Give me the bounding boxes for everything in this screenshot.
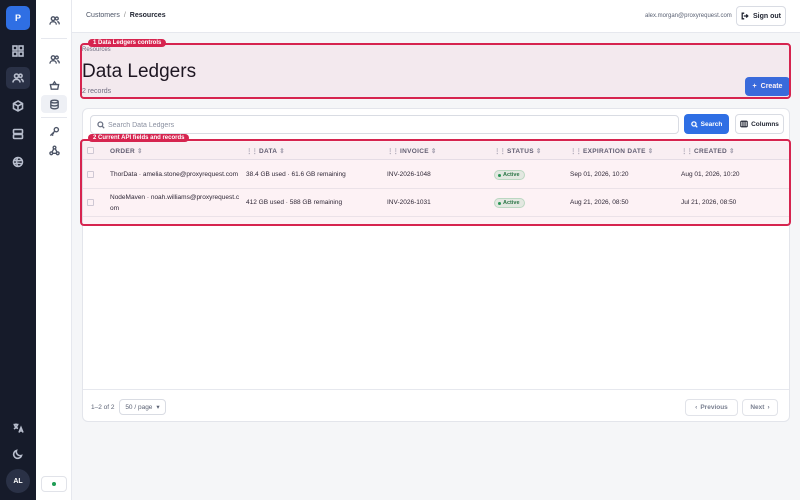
connection-status <box>41 476 67 492</box>
avatar[interactable]: AL <box>6 469 30 493</box>
next-label: Next <box>750 404 765 411</box>
search-button-label: Search <box>700 120 723 128</box>
next-page-button[interactable]: Next › <box>742 399 778 416</box>
secondary-sidebar <box>36 0 72 500</box>
breadcrumb-current: Resources <box>129 12 166 19</box>
sign-out-icon <box>741 12 749 20</box>
columns-icon <box>740 120 748 128</box>
status-dot <box>52 482 56 486</box>
sidebar-item-network[interactable] <box>41 141 67 159</box>
columns-button[interactable]: Columns <box>735 114 784 134</box>
database-icon <box>49 99 59 109</box>
chevron-right-icon: › <box>767 404 770 411</box>
search-button[interactable]: Search <box>684 114 729 134</box>
users-icon[interactable] <box>6 67 30 89</box>
annotation-box-controls <box>80 43 791 99</box>
dashboard-icon[interactable] <box>6 40 30 62</box>
breadcrumb: Customers / Resources <box>86 12 166 19</box>
network-icon <box>48 145 60 155</box>
search-icon <box>97 121 105 129</box>
moon-icon[interactable] <box>6 443 30 465</box>
sign-out-label: Sign out <box>753 12 781 20</box>
breadcrumb-parent[interactable]: Customers <box>86 12 120 19</box>
sidebar-item-orders[interactable] <box>41 76 67 94</box>
sidebar-item-data-ledgers[interactable] <box>41 95 67 113</box>
page-size-value: 50 / page <box>125 403 153 411</box>
sign-out-button[interactable]: Sign out <box>736 6 786 26</box>
chevron-down-icon: ▾ <box>156 404 160 411</box>
user-email: alex.morgan@proxyrequest.com <box>645 13 732 19</box>
annotation-box-records <box>80 139 791 226</box>
page-size-select[interactable]: 50 / page ▾ <box>119 399 166 415</box>
users-icon <box>48 54 60 64</box>
breadcrumb-separator: / <box>123 12 126 19</box>
cube-icon[interactable] <box>6 95 30 117</box>
divider <box>41 38 67 39</box>
pagination: 1–2 of 2 50 / page ▾ ‹ Previous Next › <box>83 389 789 422</box>
annotation-label-controls: 1 Data Ledgers controls <box>88 39 167 47</box>
divider <box>41 117 67 118</box>
sidebar-item-users[interactable] <box>41 11 67 29</box>
search-input[interactable] <box>108 118 668 132</box>
sidebar-item-customers[interactable] <box>41 50 67 68</box>
app-logo[interactable]: P <box>6 6 30 30</box>
previous-label: Previous <box>700 404 728 411</box>
globe-icon[interactable] <box>6 151 30 173</box>
app-rail: P AL <box>0 0 36 500</box>
translate-icon[interactable] <box>6 417 30 439</box>
columns-button-label: Columns <box>751 120 779 128</box>
annotation-label-records: 2 Current API fields and records <box>88 134 190 142</box>
previous-page-button[interactable]: ‹ Previous <box>685 399 738 416</box>
sidebar-item-keys[interactable] <box>41 122 67 140</box>
search-box[interactable] <box>90 115 679 134</box>
server-icon[interactable] <box>6 123 30 145</box>
chevron-left-icon: ‹ <box>695 404 698 411</box>
basket-icon <box>49 80 59 90</box>
search-icon <box>690 120 698 128</box>
top-bar: Customers / Resources alex.morgan@proxyreq… <box>72 0 800 33</box>
key-icon <box>49 126 59 136</box>
pagination-range: 1–2 of 2 <box>91 404 115 411</box>
users-icon <box>48 15 60 25</box>
